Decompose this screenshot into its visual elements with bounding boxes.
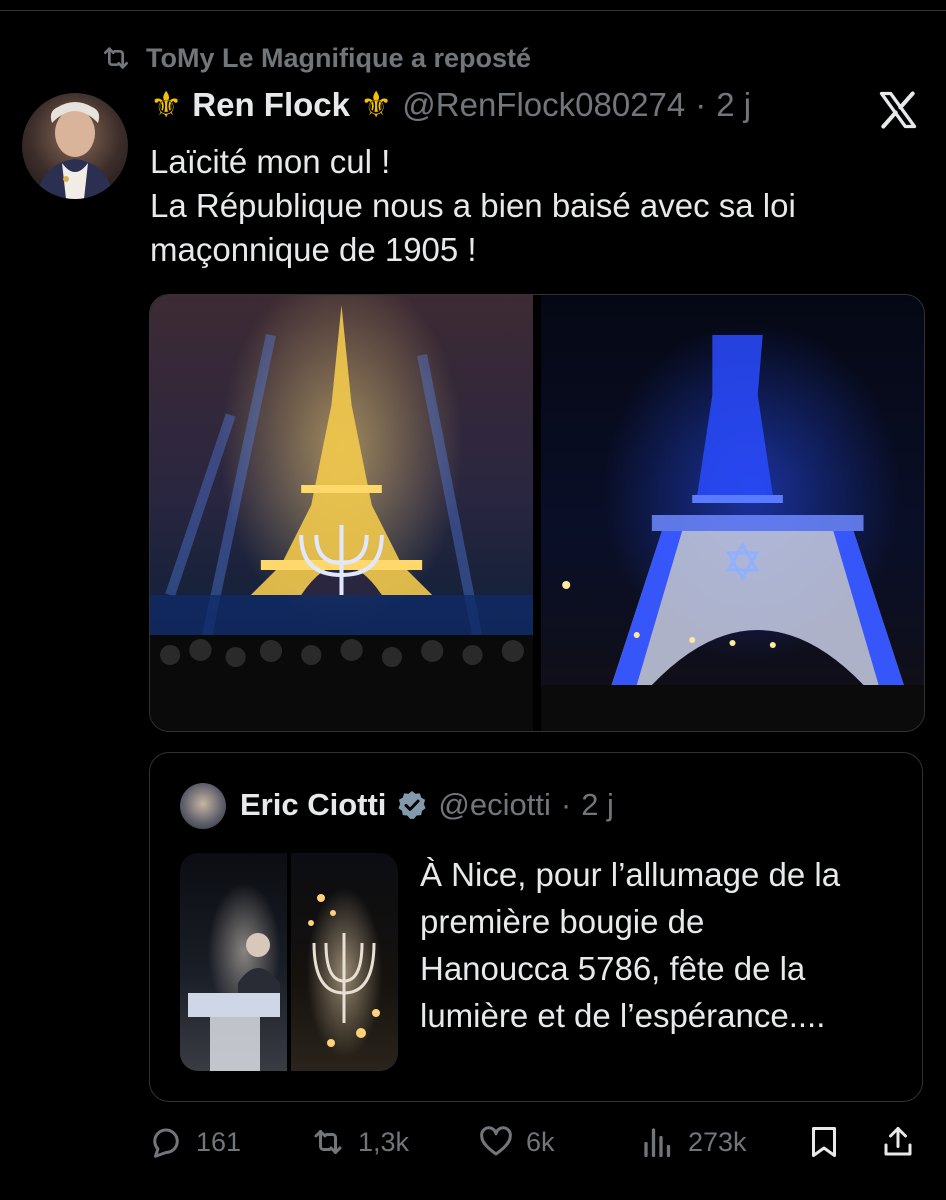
quoted-media-photo-menorah xyxy=(291,853,398,1071)
top-divider xyxy=(0,10,946,11)
tweet-actions: 161 1,3k 6k 273k xyxy=(148,1118,918,1166)
quoted-author-avatar[interactable] xyxy=(180,783,226,829)
share-button[interactable] xyxy=(880,1118,916,1166)
like-button[interactable]: 6k xyxy=(478,1118,555,1166)
quoted-tweet-media[interactable] xyxy=(180,853,398,1071)
author-avatar[interactable] xyxy=(22,93,128,199)
views-chart-icon xyxy=(644,1128,671,1158)
reply-count: 161 xyxy=(196,1126,242,1157)
menorah-illustration xyxy=(308,894,380,1047)
author-handle[interactable]: @RenFlock080274 xyxy=(402,86,685,124)
quoted-media-photo-speaker xyxy=(180,853,287,1071)
repost-text: ToMy Le Magnifique a reposté xyxy=(146,42,532,73)
repost-indicator[interactable]: ToMy Le Magnifique a reposté xyxy=(100,42,531,74)
separator-dot: · xyxy=(695,86,707,123)
repost-button[interactable]: 1,3k xyxy=(310,1118,409,1166)
tweet-text-line: La République nous a bien baisé avec sa … xyxy=(150,187,796,224)
media-photo-eiffel-gold[interactable] xyxy=(150,295,533,731)
quoted-text-line: première bougie de xyxy=(420,903,705,940)
bookmark-button[interactable] xyxy=(806,1118,842,1166)
heart-icon xyxy=(480,1126,512,1156)
quoted-tweet-age[interactable]: 2 j xyxy=(581,787,614,823)
repost-icon xyxy=(104,47,128,69)
quoted-tweet-header: Eric Ciotti @eciotti · 2 j xyxy=(240,787,614,823)
quoted-tweet-text: À Nice, pour l’allumage de la première b… xyxy=(420,851,900,1039)
fleur-de-lis-icon: ⚜ xyxy=(150,84,183,125)
tweet-header: ⚜ Ren Flock ⚜ @RenFlock080274 · 2 j xyxy=(150,86,751,124)
separator-dot: · xyxy=(560,787,572,822)
speaker-illustration xyxy=(188,933,280,1071)
tweet-media xyxy=(149,294,925,732)
quoted-text-line: lumière et de l’espérance.... xyxy=(420,997,826,1034)
tweet-text-line: maçonnique de 1905 ! xyxy=(150,231,477,268)
quoted-tweet[interactable]: Eric Ciotti @eciotti · 2 j À Nice, pour … xyxy=(149,752,923,1102)
reply-icon xyxy=(153,1128,179,1158)
quoted-author-handle[interactable]: @eciotti xyxy=(438,787,550,823)
share-icon xyxy=(884,1127,912,1156)
tweet-age[interactable]: 2 j xyxy=(716,86,751,124)
bookmark-icon xyxy=(812,1127,836,1157)
quoted-text-line: À Nice, pour l’allumage de la xyxy=(420,856,841,893)
view-count: 273k xyxy=(688,1126,747,1157)
repost-count: 1,3k xyxy=(358,1126,410,1157)
verified-badge-icon xyxy=(398,791,427,819)
tweet-text: Laïcité mon cul ! La République nous a b… xyxy=(150,140,910,272)
quoted-text-line: Hanoucca 5786, fête de la xyxy=(420,950,806,987)
x-logo-icon xyxy=(879,91,917,129)
fleur-de-lis-icon: ⚜ xyxy=(359,84,393,125)
author-name[interactable]: Ren Flock xyxy=(192,86,350,124)
repost-icon xyxy=(314,1130,342,1154)
tweet-text-line: Laïcité mon cul ! xyxy=(150,143,391,180)
reply-button[interactable]: 161 xyxy=(148,1118,241,1166)
media-photo-eiffel-blue[interactable] xyxy=(541,295,924,731)
avatar-portrait xyxy=(36,102,114,199)
eiffel-gold-illustration xyxy=(150,305,533,731)
quoted-author-name[interactable]: Eric Ciotti xyxy=(240,787,386,823)
views-button[interactable]: 273k xyxy=(640,1118,747,1166)
like-count: 6k xyxy=(526,1126,555,1157)
eiffel-blue-illustration xyxy=(541,335,924,731)
